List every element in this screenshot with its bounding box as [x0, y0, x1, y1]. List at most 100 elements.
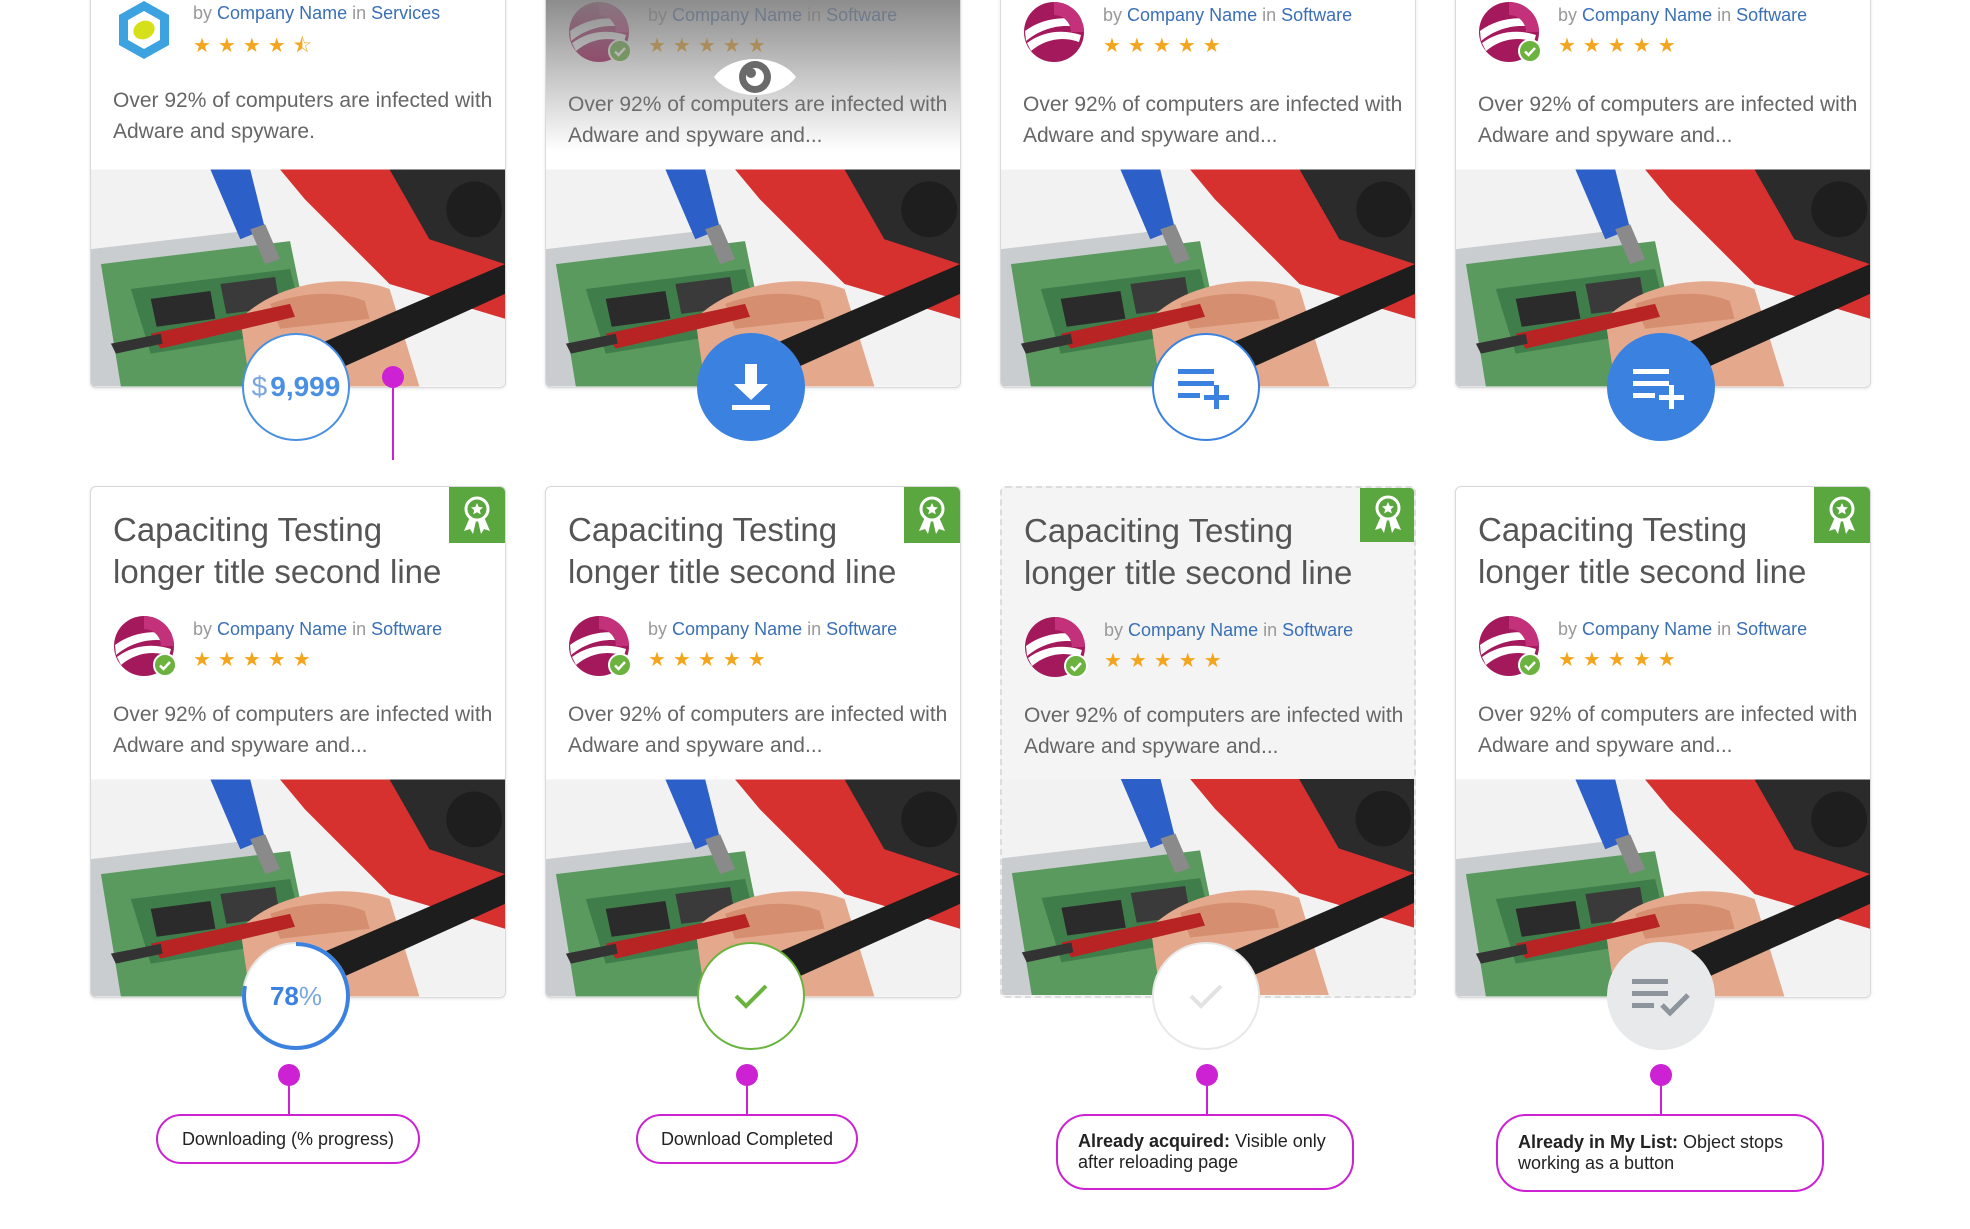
check-icon [734, 984, 768, 1009]
product-card-add-list-hover[interactable]: by Company Name in Software ★★★★★ Over 9… [1455, 0, 1871, 388]
company-logo [1023, 1, 1085, 63]
verified-icon [1518, 39, 1542, 63]
price-value: 9,999 [270, 371, 341, 402]
verified-icon [608, 653, 632, 677]
company-byline: by Company Name in Software [1104, 620, 1354, 640]
rating-stars: ★★★★★ [1558, 35, 1683, 57]
note-download-completed: Download Completed [636, 1114, 858, 1164]
annotation-line [288, 1086, 290, 1114]
company-link[interactable]: Company Name [1127, 5, 1257, 25]
product-card-downloading[interactable]: Capaciting Testing longer title second l… [90, 486, 506, 998]
product-card-services[interactable]: by Company Name in Services ★★★★⯪ Over 9… [90, 0, 506, 388]
add-to-list-icon [1178, 369, 1229, 409]
rating-stars: ★★★★⯪ [193, 35, 319, 57]
product-card-acquired: Capaciting Testing longer title second l… [1000, 486, 1416, 998]
note-already-in-my-list: Already in My List: Object stops working… [1496, 1114, 1824, 1192]
add-to-list-icon [1633, 369, 1684, 409]
company-byline: by Company Name in Software [648, 619, 898, 639]
product-title: Capaciting Testing longer title second l… [1478, 511, 1807, 590]
product-card-in-list: Capaciting Testing longer title second l… [1455, 486, 1871, 998]
product-title: Capaciting Testing longer title second l… [1024, 512, 1353, 591]
product-meta: by Company Name in Software ★★★★★ [113, 615, 493, 677]
product-meta: by Company Name in Software ★★★★★ [1024, 616, 1404, 678]
category-link[interactable]: Software [826, 619, 897, 639]
verified-icon [1064, 654, 1088, 678]
product-description: Over 92% of computers are infected with … [113, 703, 493, 757]
product-description: Over 92% of computers are infected with … [113, 89, 493, 143]
hover-eye-icon[interactable] [712, 49, 798, 105]
award-ribbon-icon [904, 487, 960, 543]
product-meta: by Company Name in Software ★★★★★ [568, 615, 948, 677]
product-title: Capaciting Testing longer title second l… [568, 511, 897, 590]
category-link[interactable]: Software [1281, 5, 1352, 25]
list-check-icon [1632, 979, 1690, 1017]
company-link[interactable]: Company Name [217, 619, 347, 639]
category-link[interactable]: Software [1736, 5, 1807, 25]
annotation-line [1660, 1086, 1662, 1114]
annotation-pin [1196, 1064, 1218, 1086]
product-meta: by Company Name in Services ★★★★⯪ [113, 0, 493, 61]
award-badge [449, 487, 505, 543]
price-currency: $ [251, 371, 268, 402]
in-my-list-indicator [1607, 942, 1715, 1050]
award-badge [1814, 487, 1870, 543]
note-downloading: Downloading (% progress) [156, 1114, 420, 1164]
rating-stars: ★★★★★ [648, 649, 773, 671]
acquired-indicator [1152, 942, 1260, 1050]
company-byline: by Company Name in Services [193, 3, 441, 23]
company-logo [119, 1, 169, 59]
company-link[interactable]: Company Name [1582, 619, 1712, 639]
rating-stars: ★★★★★ [1104, 650, 1229, 672]
download-progress-indicator: 78% [242, 942, 350, 1050]
annotation-line [1206, 1086, 1208, 1114]
rating-stars: ★★★★★ [1558, 649, 1683, 671]
download-icon [732, 364, 770, 410]
company-byline: by Company Name in Software [1558, 619, 1808, 639]
award-badge [904, 487, 960, 543]
company-link: Company Name [1128, 620, 1259, 640]
product-card-add-list[interactable]: by Company Name in Software ★★★★★ Over 9… [1000, 0, 1416, 388]
check-icon-faded [1189, 984, 1223, 1009]
product-description: Over 92% of computers are infected with … [1024, 704, 1404, 758]
rating-stars: ★★★★★ [1103, 35, 1228, 57]
company-byline: by Company Name in Software [193, 619, 443, 639]
annotation-pin [736, 1064, 758, 1086]
product-meta: by Company Name in Software ★★★★★ [1478, 1, 1858, 63]
product-description: Over 92% of computers are infected with … [1478, 703, 1858, 757]
company-byline: by Company Name in Software [1103, 5, 1353, 25]
company-link[interactable]: Company Name [672, 619, 802, 639]
add-to-list-button-hover[interactable] [1607, 333, 1715, 441]
award-ribbon-icon [449, 487, 505, 543]
company-link[interactable]: Company Name [1582, 5, 1712, 25]
verified-icon [153, 653, 177, 677]
download-complete-indicator [697, 942, 805, 1050]
company-link[interactable]: Company Name [217, 3, 347, 23]
category-link: Software [1282, 620, 1354, 640]
company-byline: by Company Name in Software [1558, 5, 1808, 25]
product-meta: by Company Name in Software ★★★★★ [1023, 1, 1403, 63]
category-link[interactable]: Software [371, 619, 442, 639]
category-link[interactable]: Services [371, 3, 440, 23]
product-meta: by Company Name in Software ★★★★★ [1478, 615, 1858, 677]
annotation-pin [1650, 1064, 1672, 1086]
product-description: Over 92% of computers are infected with … [1023, 93, 1403, 147]
price-button[interactable]: $ 9,999 [242, 333, 350, 441]
rating-stars: ★★★★★ [193, 649, 318, 671]
award-ribbon-icon [1360, 486, 1416, 542]
annotation-pin [278, 1064, 300, 1086]
product-card-completed[interactable]: Capaciting Testing longer title second l… [545, 486, 961, 998]
download-button[interactable] [697, 333, 805, 441]
annotation-pin [382, 366, 404, 388]
verified-icon [1518, 653, 1542, 677]
award-badge [1360, 486, 1416, 542]
product-description: Over 92% of computers are infected with … [568, 703, 948, 757]
product-title: Capaciting Testing longer title second l… [113, 511, 442, 590]
category-link[interactable]: Software [1736, 619, 1807, 639]
note-already-acquired: Already acquired: Visible only after rel… [1056, 1114, 1354, 1190]
add-to-list-button[interactable] [1152, 333, 1260, 441]
annotation-line [392, 388, 394, 460]
product-description: Over 92% of computers are infected with … [1478, 93, 1858, 147]
annotation-line [746, 1086, 748, 1114]
award-ribbon-icon [1814, 487, 1870, 543]
progress-ring [242, 942, 350, 1050]
